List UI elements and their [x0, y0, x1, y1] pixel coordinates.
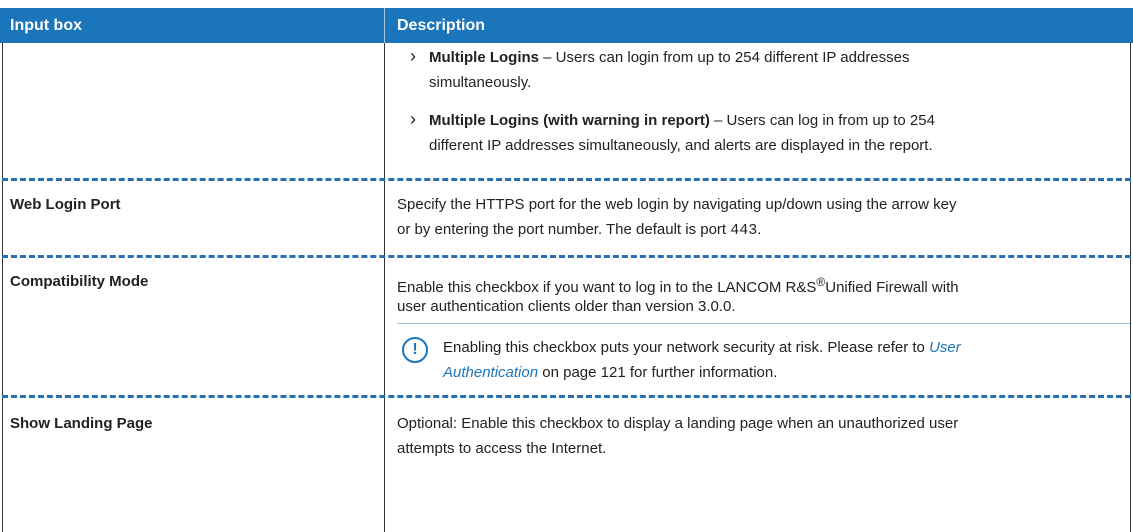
table-border-left	[2, 43, 3, 532]
term-multiple-logins-warning: Multiple Logins (with warning in report)	[429, 112, 710, 129]
desc-multiple-logins: – Users can login from up to 254 differe…	[543, 49, 910, 66]
desc-web-login-port-line2: or by entering the port number. The defa…	[397, 218, 761, 243]
note-line2: Authentication on page 121 for further i…	[443, 361, 777, 385]
table-border-right	[1130, 43, 1131, 532]
chevron-right-icon: ›	[410, 46, 416, 66]
row-separator	[2, 395, 1131, 398]
note-text-prefix: Enabling this checkbox puts your network…	[443, 339, 925, 356]
list-item-multiple-logins: Multiple Logins – Users can login from u…	[429, 46, 1129, 70]
header-description: Description	[397, 17, 486, 34]
row-separator	[2, 178, 1131, 181]
port-value: 443	[730, 222, 758, 239]
label-show-landing-page: Show Landing Page	[10, 415, 153, 432]
label-web-login-port: Web Login Port	[10, 196, 121, 213]
desc-compat-suffix: Unified Firewall with	[825, 279, 959, 296]
note-text-suffix: on page 121 for further information.	[542, 364, 778, 381]
row-separator	[2, 255, 1131, 258]
label-compatibility-mode: Compatibility Mode	[10, 273, 149, 290]
header-divider	[384, 8, 385, 43]
desc-compat-prefix: Enable this checkbox if you want to log …	[397, 279, 817, 296]
document-table: Input box Description › Multiple Logins …	[0, 0, 1133, 532]
registered-mark: ®	[816, 275, 826, 289]
desc-landing-line1: Optional: Enable this checkbox to displa…	[397, 415, 959, 432]
header-input-box: Input box	[10, 17, 82, 34]
link-user-authentication-part1[interactable]: User	[929, 339, 961, 356]
desc-compat-line2: user authentication clients older than v…	[397, 298, 736, 315]
list-item-multiple-logins-warning: Multiple Logins (with warning in report)…	[429, 109, 1129, 133]
desc-web-login-port-line1: Specify the HTTPS port for the web login…	[397, 196, 957, 213]
desc-landing-line2: attempts to access the Internet.	[397, 440, 607, 457]
note-line1: Enabling this checkbox puts your network…	[443, 336, 1133, 360]
term-multiple-logins: Multiple Logins	[429, 49, 539, 66]
table-column-divider	[384, 43, 385, 532]
desc-web-login-port-prefix: or by entering the port number. The defa…	[397, 221, 727, 238]
desc-web-login-port-suffix: .	[757, 221, 762, 238]
exclamation-circle-icon: !	[402, 337, 428, 363]
desc-multiple-logins-warning: – Users can log in from up to 254	[713, 112, 935, 129]
desc-multiple-logins-cont: simultaneously.	[429, 74, 532, 91]
link-user-authentication-part2[interactable]: Authentication	[443, 364, 538, 381]
desc-multiple-logins-warning-cont: different IP addresses simultaneously, a…	[429, 137, 933, 154]
note-divider	[397, 323, 1130, 324]
table-header: Input box Description	[0, 8, 1133, 43]
chevron-right-icon: ›	[410, 109, 416, 129]
